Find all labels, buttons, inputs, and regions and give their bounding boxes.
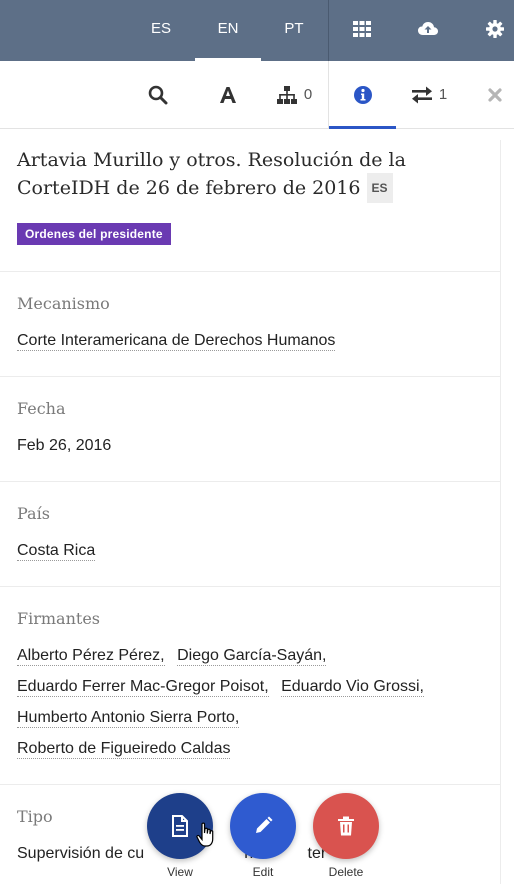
field-label: País [17, 504, 50, 523]
delete-action: Delete [311, 793, 381, 879]
firmante-link[interactable]: Eduardo Ferrer Mac-Gregor Poisot, [17, 678, 269, 697]
close-button[interactable] [483, 61, 507, 128]
language-es[interactable]: ES [128, 0, 194, 61]
connections-count: 0 [303, 86, 313, 103]
tipo-value-start[interactable]: Supervisión de cu [17, 845, 144, 862]
exchange-icon [411, 86, 432, 103]
pencil-icon [256, 816, 273, 833]
metadata-panel: Artavia Murillo y otros. Resolución de l… [0, 129, 500, 889]
edit-label: Edit [252, 865, 274, 879]
top-navigation-bar: ES EN PT [0, 0, 514, 61]
field-firmantes: Firmantes Alberto Pérez Pérez, Diego Gar… [0, 587, 500, 785]
document-header: Artavia Murillo y otros. Resolución de l… [0, 129, 500, 272]
trash-icon [338, 816, 354, 836]
firmante-link[interactable]: Roberto de Figueiredo Caldas [17, 740, 231, 759]
delete-button[interactable] [313, 793, 379, 859]
mecanismo-link[interactable]: Corte Interamericana de Derechos Humanos [17, 332, 336, 351]
text-tool[interactable] [208, 61, 248, 128]
field-label: Firmantes [17, 609, 100, 628]
field-mecanismo: Mecanismo Corte Interamericana de Derech… [0, 272, 500, 377]
language-pt[interactable]: PT [261, 0, 327, 61]
firmantes-list: Alberto Pérez Pérez, Diego García-Sayán,… [17, 640, 484, 764]
info-icon [353, 85, 372, 104]
connections-tool[interactable]: 0 [272, 61, 316, 128]
firmante-link[interactable]: Humberto Antonio Sierra Porto, [17, 709, 240, 728]
firmante-link[interactable]: Alberto Pérez Pérez, [17, 647, 165, 666]
field-label: Mecanismo [17, 294, 110, 313]
document-toolbar: 0 1 [0, 61, 514, 129]
fecha-value: Feb 26, 2016 [17, 437, 112, 454]
topbar-divider [328, 0, 329, 61]
search-icon [148, 85, 168, 104]
info-tab[interactable] [329, 61, 396, 129]
grid-icon[interactable] [352, 19, 374, 41]
delete-label: Delete [328, 865, 364, 879]
document-type-tag: Ordenes del presidente [17, 223, 171, 245]
search-tool[interactable] [138, 61, 178, 128]
edit-button[interactable] [230, 793, 296, 859]
document-title-text: Artavia Murillo y otros. Resolución de l… [17, 149, 406, 199]
field-pais: País Costa Rica [0, 482, 500, 587]
language-badge: ES [366, 173, 393, 203]
view-label: View [167, 865, 193, 879]
gear-icon[interactable] [485, 19, 507, 41]
sitemap-icon [276, 85, 297, 104]
document-title: Artavia Murillo y otros. Resolución de l… [17, 147, 484, 203]
field-label: Fecha [17, 399, 66, 418]
edit-action: Edit [228, 793, 298, 879]
relations-tab[interactable]: 1 [405, 61, 453, 128]
firmante-link[interactable]: Eduardo Vio Grossi, [281, 678, 424, 697]
document-icon [172, 815, 188, 837]
cloud-upload-icon[interactable] [417, 19, 439, 41]
pais-link[interactable]: Costa Rica [17, 542, 96, 561]
firmante-link[interactable]: Diego García-Sayán, [177, 647, 327, 666]
font-icon [220, 86, 236, 103]
field-fecha: Fecha Feb 26, 2016 [0, 377, 500, 482]
relations-count: 1 [438, 86, 448, 103]
hand-cursor-icon [196, 822, 214, 847]
scroll-track [500, 140, 501, 884]
close-icon [488, 87, 502, 102]
language-en[interactable]: EN [195, 0, 261, 61]
